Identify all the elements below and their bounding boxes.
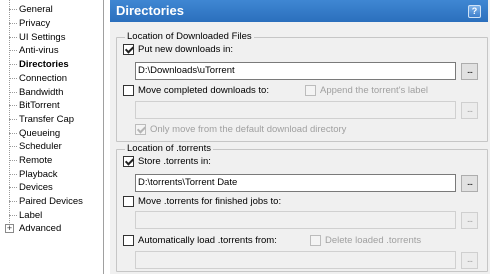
auto-load-path-input[interactable] bbox=[135, 251, 456, 269]
tree-branch bbox=[9, 201, 17, 202]
sidebar-item-label: Bandwidth bbox=[19, 87, 64, 98]
tree-branch bbox=[9, 23, 17, 24]
tree-branch bbox=[9, 92, 17, 93]
sidebar-item-playback[interactable]: Playback bbox=[0, 168, 102, 181]
sidebar-item-bandwidth[interactable]: Bandwidth bbox=[0, 86, 102, 99]
directories-panel: Directories ? Location of Downloaded Fil… bbox=[110, 0, 490, 274]
tree-branch bbox=[9, 105, 17, 106]
sidebar-item-transfer-cap[interactable]: Transfer Cap bbox=[0, 113, 102, 126]
sidebar-item-label: BitTorrent bbox=[19, 100, 60, 111]
move-finished-torrents-checkbox[interactable] bbox=[123, 196, 134, 207]
sidebar-item-label: Devices bbox=[19, 182, 53, 193]
group-title: Location of .torrents bbox=[125, 143, 213, 154]
move-finished-torrents-label: Move .torrents for finished jobs to: bbox=[138, 196, 282, 207]
sidebar-item-label: General bbox=[19, 4, 53, 15]
delete-loaded-checkbox[interactable] bbox=[310, 235, 321, 246]
sidebar-item-remote[interactable]: Remote bbox=[0, 154, 102, 167]
sidebar-item-directories[interactable]: Directories bbox=[0, 58, 102, 71]
panel-header: Directories ? bbox=[110, 0, 488, 22]
tree-branch bbox=[9, 174, 17, 175]
tree-branch bbox=[9, 64, 17, 65]
sidebar-item-label: Transfer Cap bbox=[19, 114, 75, 125]
move-completed-path-input[interactable] bbox=[135, 101, 456, 119]
sidebar-item-label: Connection bbox=[19, 73, 68, 84]
sidebar-item-label-page[interactable]: Label bbox=[0, 209, 102, 222]
sidebar-item-label: Queueing bbox=[19, 128, 61, 139]
tree-branch bbox=[9, 187, 17, 188]
put-new-downloads-label: Put new downloads in: bbox=[138, 44, 234, 55]
only-move-default-checkbox[interactable] bbox=[135, 124, 146, 135]
sidebar-item-label: Label bbox=[19, 210, 43, 221]
help-icon[interactable]: ? bbox=[468, 5, 481, 18]
tree-branch bbox=[9, 78, 17, 79]
only-move-default-label: Only move from the default download dire… bbox=[150, 124, 347, 135]
sidebar-item-label: Advanced bbox=[19, 223, 62, 234]
group-title: Location of Downloaded Files bbox=[125, 31, 254, 42]
sidebar-item-connection[interactable]: Connection bbox=[0, 72, 102, 85]
sidebar-item-label: Paired Devices bbox=[19, 196, 83, 207]
torrents-location-group: Location of .torrents Store .torrents in… bbox=[116, 143, 488, 272]
browse-store-torrents-button[interactable]: ... bbox=[461, 175, 478, 192]
store-torrents-path-input[interactable]: D:\torrents\Torrent Date bbox=[135, 174, 456, 192]
delete-loaded-label: Delete loaded .torrents bbox=[325, 235, 422, 246]
tree-branch bbox=[9, 9, 17, 10]
store-torrents-label: Store .torrents in: bbox=[138, 156, 211, 167]
store-torrents-checkbox[interactable] bbox=[123, 156, 134, 167]
sidebar-item-anti-virus[interactable]: Anti-virus bbox=[0, 44, 102, 57]
sidebar-item-label: UI Settings bbox=[19, 32, 66, 43]
expand-icon[interactable]: + bbox=[5, 224, 14, 233]
append-label-label: Append the torrent's label bbox=[320, 85, 428, 96]
tree-branch bbox=[9, 160, 17, 161]
sidebar-item-label: Playback bbox=[19, 169, 58, 180]
sidebar-item-general[interactable]: General bbox=[0, 3, 102, 16]
sidebar-item-label: Anti-virus bbox=[19, 45, 59, 56]
tree-branch bbox=[9, 215, 17, 216]
append-label-checkbox[interactable] bbox=[305, 85, 316, 96]
preferences-tree[interactable]: General Privacy UI Settings Anti-virus D… bbox=[0, 0, 104, 274]
sidebar-item-label: Scheduler bbox=[19, 141, 62, 152]
tree-branch bbox=[9, 133, 17, 134]
sidebar-item-ui-settings[interactable]: UI Settings bbox=[0, 31, 102, 44]
browse-move-completed-button[interactable]: ... bbox=[461, 102, 478, 119]
sidebar-item-bittorrent[interactable]: BitTorrent bbox=[0, 99, 102, 112]
downloaded-files-group: Location of Downloaded Files Put new dow… bbox=[116, 31, 488, 142]
tree-branch bbox=[9, 50, 17, 51]
download-path-input[interactable]: D:\Downloads\uTorrent bbox=[135, 62, 456, 80]
put-new-downloads-checkbox[interactable] bbox=[123, 44, 134, 55]
sidebar-item-advanced[interactable]: + Advanced bbox=[0, 222, 102, 235]
move-completed-label: Move completed downloads to: bbox=[138, 85, 269, 96]
sidebar-item-label: Directories bbox=[19, 59, 69, 70]
tree-branch bbox=[9, 146, 17, 147]
auto-load-torrents-label: Automatically load .torrents from: bbox=[138, 235, 277, 246]
sidebar-item-scheduler[interactable]: Scheduler bbox=[0, 140, 102, 153]
move-finished-path-input[interactable] bbox=[135, 211, 456, 229]
sidebar-item-devices[interactable]: Devices bbox=[0, 181, 102, 194]
move-completed-checkbox[interactable] bbox=[123, 85, 134, 96]
sidebar-item-paired-devices[interactable]: Paired Devices bbox=[0, 195, 102, 208]
tree-branch bbox=[9, 37, 17, 38]
browse-move-finished-button[interactable]: ... bbox=[461, 212, 478, 229]
sidebar-item-queueing[interactable]: Queueing bbox=[0, 127, 102, 140]
sidebar-item-privacy[interactable]: Privacy bbox=[0, 17, 102, 30]
auto-load-torrents-checkbox[interactable] bbox=[123, 235, 134, 246]
sidebar-item-label: Privacy bbox=[19, 18, 51, 29]
tree-branch bbox=[9, 119, 17, 120]
browse-auto-load-button[interactable]: ... bbox=[461, 252, 478, 269]
browse-download-path-button[interactable]: ... bbox=[461, 63, 478, 80]
preferences-window: General Privacy UI Settings Anti-virus D… bbox=[0, 0, 490, 274]
page-title: Directories bbox=[116, 3, 184, 18]
sidebar-item-label: Remote bbox=[19, 155, 53, 166]
